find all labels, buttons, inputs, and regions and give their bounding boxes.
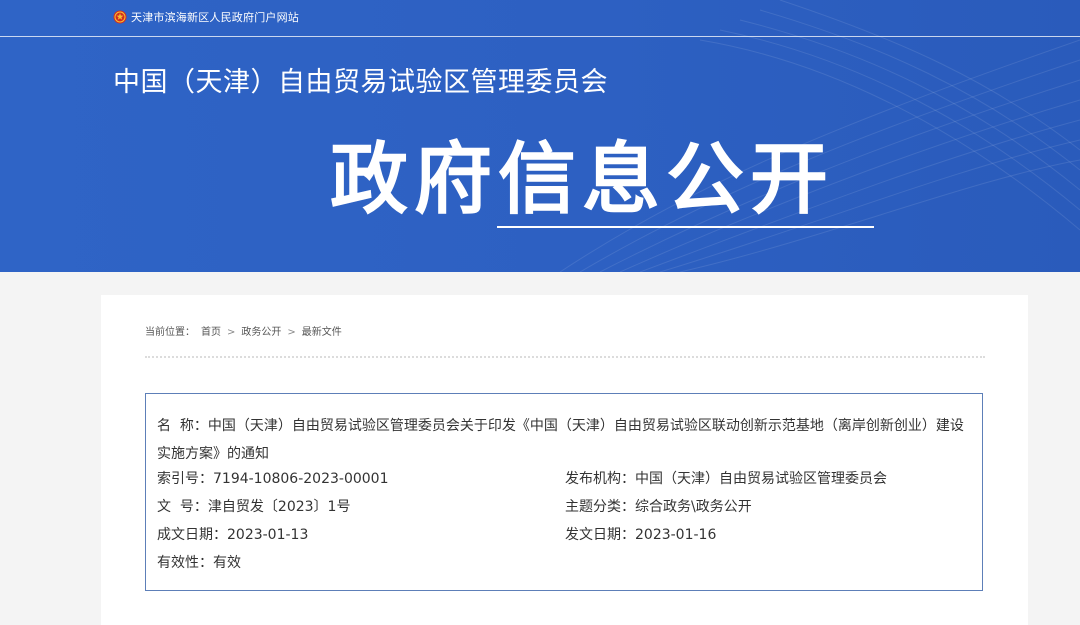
org-title: 中国（天津）自由贸易试验区管理委员会 — [113, 67, 608, 98]
top-bar: 天津市滨海新区人民政府门户网站 — [0, 0, 1080, 37]
created-date-label: 成文日期： — [157, 527, 227, 543]
issued-date-value: 2023-01-16 — [635, 527, 717, 543]
validity-value: 有效 — [213, 555, 241, 571]
portal-link[interactable]: 天津市滨海新区人民政府门户网站 — [131, 10, 299, 25]
publisher-row: 发布机构：中国（天津）自由贸易试验区管理委员会 — [565, 469, 887, 489]
page-title: 政府信息公开 — [330, 135, 835, 225]
issued-date-row: 发文日期：2023-01-16 — [565, 525, 716, 545]
index-label: 索引号： — [157, 471, 213, 487]
topic-row: 主题分类：综合政务\政务公开 — [565, 497, 752, 517]
breadcrumb-latest-docs[interactable]: 最新文件 — [302, 327, 342, 338]
breadcrumb-prefix: 当前位置： — [145, 327, 195, 338]
publisher-value: 中国（天津）自由贸易试验区管理委员会 — [635, 471, 887, 487]
topic-value: 综合政务\政务公开 — [635, 499, 752, 515]
header-banner: 天津市滨海新区人民政府门户网站 中国（天津）自由贸易试验区管理委员会 政府信息公… — [0, 0, 1080, 272]
created-date-row: 成文日期：2023-01-13 — [157, 525, 308, 545]
doc-number-value: 津自贸发〔2023〕1号 — [207, 499, 351, 515]
created-date-value: 2023-01-13 — [227, 527, 309, 543]
publisher-label: 发布机构： — [565, 471, 635, 487]
national-emblem-icon — [113, 10, 127, 24]
validity-label: 有效性： — [157, 555, 213, 571]
name-value: 中国（天津）自由贸易试验区管理委员会关于印发《中国（天津）自由贸易试验区联动创新… — [157, 418, 964, 462]
document-name-row: 名 称：中国（天津）自由贸易试验区管理委员会关于印发《中国（天津）自由贸易试验区… — [157, 412, 969, 468]
index-row: 索引号：7194-10806-2023-00001 — [157, 469, 389, 489]
breadcrumb: 当前位置： 首页 > 政务公开 > 最新文件 — [145, 326, 348, 340]
name-label: 名 称： — [157, 418, 208, 434]
breadcrumb-separator: > — [287, 327, 296, 338]
index-value: 7194-10806-2023-00001 — [213, 471, 389, 487]
breadcrumb-separator: > — [227, 327, 236, 338]
title-underline — [497, 226, 874, 228]
issued-date-label: 发文日期： — [565, 527, 635, 543]
doc-number-label: 文 号： — [157, 499, 208, 515]
topic-label: 主题分类： — [565, 499, 635, 515]
breadcrumb-gov-affairs[interactable]: 政务公开 — [241, 327, 281, 338]
validity-row: 有效性：有效 — [157, 553, 241, 573]
breadcrumb-divider — [145, 356, 985, 358]
breadcrumb-home[interactable]: 首页 — [201, 327, 221, 338]
doc-number-row: 文 号：津自贸发〔2023〕1号 — [157, 497, 350, 517]
